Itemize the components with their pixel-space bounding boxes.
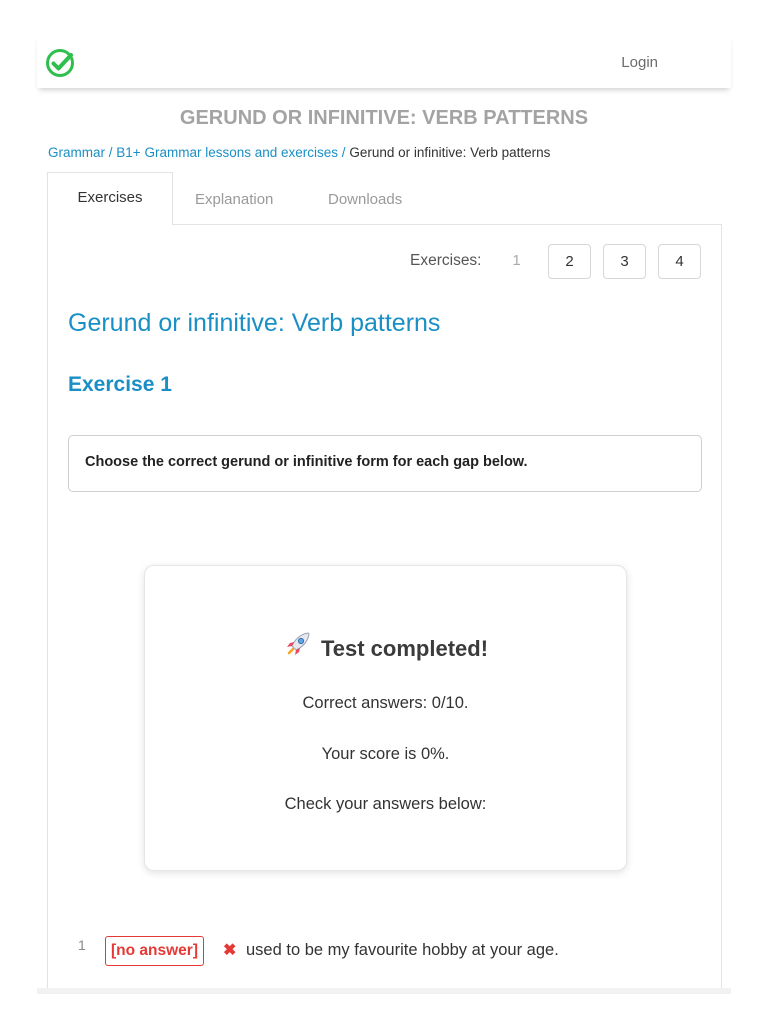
pager-page-4[interactable]: 4 — [658, 244, 701, 279]
exercise-heading: Exercise 1 — [68, 373, 172, 396]
breadcrumb-separator: / — [341, 145, 346, 160]
breadcrumb-b1-link[interactable]: B1+ Grammar lessons and exercises — [116, 145, 338, 160]
footer-divider — [37, 988, 731, 994]
exercises-pager-label: Exercises: — [410, 252, 482, 269]
pager-page-3[interactable]: 3 — [603, 244, 646, 279]
exercise-panel: Exercises: 1 2 3 4 Gerund or infinitive:… — [47, 224, 722, 990]
breadcrumb: Grammar / B1+ Grammar lessons and exerci… — [48, 145, 550, 160]
pager-page-1: 1 — [495, 244, 538, 279]
result-card: Test completed! Correct answers: 0/10. Y… — [144, 565, 627, 871]
tab-exercises[interactable]: Exercises — [47, 172, 173, 225]
result-title-row: Test completed! — [145, 629, 626, 662]
rocket-icon — [286, 632, 310, 655]
cross-icon: ✖ — [223, 942, 237, 959]
page-title: GERUND OR INFINITIVE: VERB PATTERNS — [179, 107, 589, 129]
result-title: Test completed! — [320, 636, 489, 661]
tab-downloads[interactable]: Downloads — [328, 172, 402, 225]
checkmark-logo-icon[interactable] — [45, 48, 75, 78]
score-text: Your score is 0%. — [321, 745, 450, 763]
pager-page-2[interactable]: 2 — [548, 244, 591, 279]
correct-answers-text: Correct answers: 0/10. — [302, 694, 469, 712]
login-link[interactable]: Login — [621, 54, 658, 71]
answer-badge: [no answer] — [105, 936, 204, 966]
question-text: used to be my favourite hobby at your ag… — [246, 941, 559, 959]
question-row: 1 [no answer] ✖ used to be my favourite … — [78, 936, 698, 967]
check-answers-text: Check your answers below: — [284, 795, 487, 813]
tab-explanation[interactable]: Explanation — [195, 172, 273, 225]
site-header: Login — [37, 34, 731, 88]
breadcrumb-current: Gerund or infinitive: Verb patterns — [349, 145, 551, 160]
lesson-heading: Gerund or infinitive: Verb patterns — [68, 309, 441, 337]
tab-bar: Exercises Explanation Downloads — [47, 172, 722, 225]
instruction-box: Choose the correct gerund or infinitive … — [68, 435, 702, 492]
breadcrumb-grammar-link[interactable]: Grammar — [48, 145, 105, 160]
question-number: 1 — [78, 937, 86, 953]
breadcrumb-separator: / — [108, 145, 113, 160]
